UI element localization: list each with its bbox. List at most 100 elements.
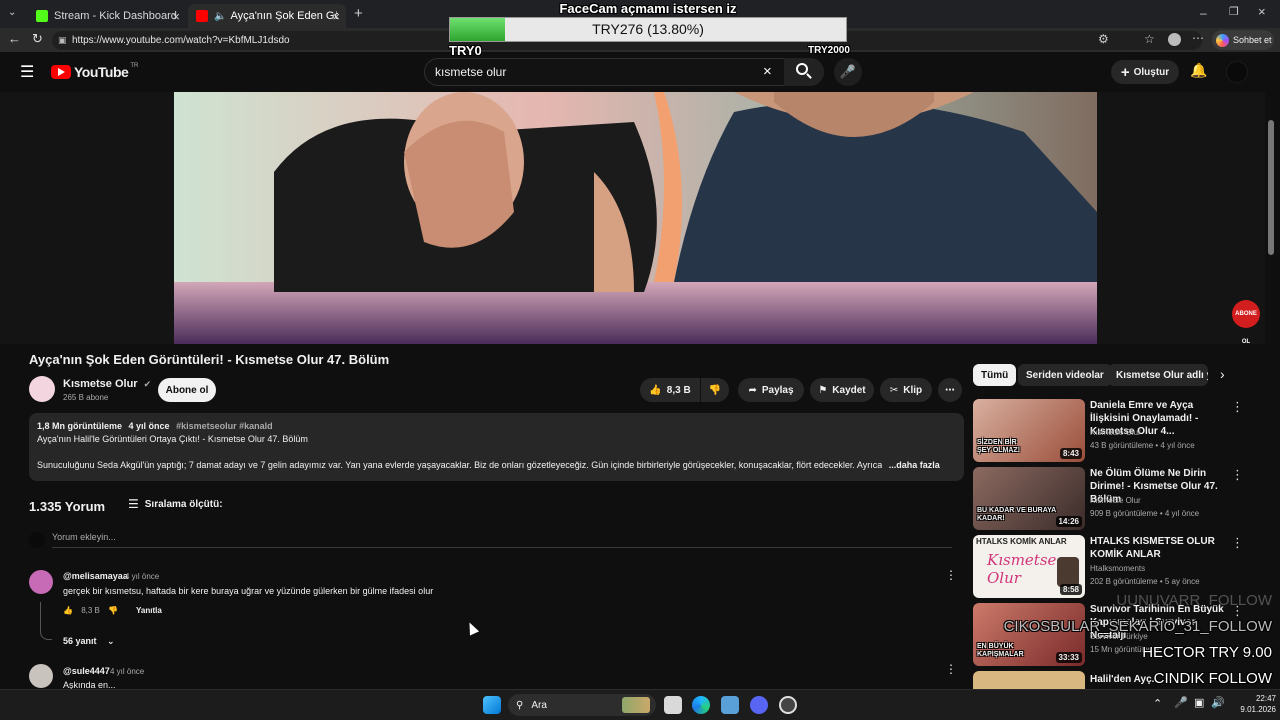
more-options-icon[interactable]: ⋮ (1231, 535, 1244, 551)
volume-icon[interactable]: 🔊 (1211, 696, 1225, 709)
more-menu-icon[interactable]: ⋯ (1192, 31, 1204, 45)
minimize-icon[interactable]: – (1200, 6, 1207, 20)
taskbar-search[interactable]: ⚲ Ara (508, 694, 656, 716)
windows-start-icon[interactable] (483, 696, 501, 714)
clip-button[interactable]: ✂ Klip (880, 378, 932, 402)
share-button[interactable]: ➦ Paylaş (738, 378, 804, 402)
facecam-goal-min: TRY0 (449, 43, 482, 58)
thumbnail-text: HTALKS KOMİK ANLAR (976, 537, 1067, 546)
save-button[interactable]: ⚑ Kaydet (810, 378, 874, 402)
tab-title: Stream - Kick Dashboard (54, 10, 177, 22)
favorites-icon[interactable]: ☆ (1144, 32, 1155, 46)
recommendation-title: HTALKS KISMETSE OLUR KOMİK ANLAR (1090, 536, 1215, 560)
page-scrollbar[interactable] (1268, 120, 1274, 255)
tab-actions-icon[interactable]: ⌄ (8, 7, 16, 18)
extensions-icon[interactable]: ⚙ (1098, 32, 1109, 46)
comment-age: 4 yıl önce (110, 667, 145, 676)
speaker-icon[interactable]: 🔈 (214, 11, 226, 22)
recommendation-item[interactable]: BU KADAR VE BURAYA KADAR! 14:26 Ne Ölüm … (973, 467, 1263, 531)
clock-date: 9.01.2026 (1240, 705, 1276, 714)
logo-text: YouTube (74, 64, 129, 80)
description-box[interactable]: 1,8 Mn görüntüleme 4 yıl önce #kismetseo… (29, 413, 964, 481)
view-replies-button[interactable]: 56 yanıt ⌄ (63, 636, 115, 647)
search-button[interactable] (784, 58, 824, 86)
recommendation-meta: 43 B görüntüleme • 4 yıl önce (1090, 441, 1195, 450)
reply-button[interactable]: Yanıtla (136, 606, 162, 615)
search-icon: ⚲ (516, 699, 524, 711)
comment-options-icon[interactable]: ⋮ (945, 568, 957, 582)
recommendation-item[interactable]: SİZDEN BİR ŞEY OLMAZ! 8:43 Daniela Emre … (973, 399, 1263, 463)
close-tab-icon[interactable]: × (332, 9, 340, 24)
recommendation-meta: 202 B görüntüleme • 5 ay önce (1090, 577, 1200, 586)
facecam-goal-title: FaceCam açmamı istersen iz (559, 1, 737, 16)
tab-youtube[interactable]: 🔈 Ayça'nın Şok Eden Görüntüle × (188, 4, 346, 28)
reload-icon[interactable]: ↻ (32, 31, 43, 47)
tray-chevron-icon[interactable]: ⌃ (1153, 697, 1162, 710)
commenter-avatar[interactable] (29, 664, 53, 688)
hamburger-menu-icon[interactable]: ☰ (20, 62, 34, 82)
scissors-icon: ✂ (889, 384, 899, 396)
search-input[interactable]: kısmetse olur × (424, 58, 824, 86)
description-stats: 1,8 Mn görüntüleme 4 yıl önce #kismetseo… (37, 420, 956, 433)
recommendation-meta: 909 B görüntüleme • 4 yıl önce (1090, 509, 1200, 518)
more-actions-button[interactable]: ⋯ (938, 378, 962, 402)
thumbs-up-icon: 👍 (63, 606, 73, 615)
app-notification-icon[interactable] (779, 696, 797, 714)
discord-icon[interactable] (750, 696, 768, 714)
close-tab-icon[interactable]: × (172, 9, 180, 24)
subscribe-badge-overlay: ABONE OL (1232, 300, 1260, 345)
clear-search-icon[interactable]: × (763, 59, 772, 85)
site-info-icon[interactable]: ▣ (58, 31, 67, 50)
subscribe-button[interactable]: Abone ol (158, 378, 216, 402)
comment-count: 1.335 Yorum (29, 499, 106, 514)
comment-dislike-icon[interactable]: 👎 (108, 606, 118, 615)
app-icon[interactable] (721, 696, 739, 714)
kick-favicon-icon (36, 10, 48, 22)
dislike-button[interactable]: 👎 (701, 378, 729, 402)
comment-author[interactable]: @melisamayaa (63, 571, 128, 581)
youtube-favicon-icon (196, 10, 208, 22)
hashtags[interactable]: #kismetseolur #kanald (176, 421, 273, 431)
tab-kick-dashboard[interactable]: Stream - Kick Dashboard × (28, 4, 186, 28)
clock[interactable]: 22:47 9.01.2026 (1232, 693, 1276, 715)
new-tab-button[interactable]: + (354, 5, 363, 22)
notifications-bell-icon[interactable]: 🔔 (1190, 62, 1207, 79)
profile-avatar[interactable] (1168, 33, 1181, 46)
channel-avatar[interactable] (29, 376, 55, 402)
edge-browser-icon[interactable] (692, 696, 710, 714)
voice-search-icon[interactable]: 🎤 (834, 58, 862, 86)
microphone-icon[interactable]: 🎤 (1174, 696, 1188, 709)
back-icon[interactable]: ← (8, 31, 21, 46)
chevron-right-icon[interactable]: › (1220, 366, 1225, 382)
video-player[interactable] (174, 92, 1097, 344)
file-explorer-icon[interactable] (664, 696, 682, 714)
youtube-logo[interactable]: YouTube TR (51, 63, 138, 80)
chip-all[interactable]: Tümü (973, 364, 1017, 386)
verified-icon: ✔ (143, 379, 152, 389)
comment-like-button[interactable]: 👍 8,3 B (63, 606, 100, 615)
chip-series[interactable]: Seriden videolar (1018, 364, 1112, 386)
comment-options-icon[interactable]: ⋮ (945, 662, 957, 676)
channel-name[interactable]: Kısmetse Olur ✔ (63, 378, 151, 390)
network-icon[interactable]: ▣ (1194, 696, 1204, 709)
maximize-icon[interactable]: ❐ (1229, 5, 1239, 18)
comment-author[interactable]: @sule4447 (63, 666, 110, 676)
like-button[interactable]: 👍 8,3 B (640, 378, 700, 402)
youtube-play-icon (51, 65, 71, 79)
show-more-link[interactable]: ...daha fazla (889, 460, 940, 470)
url-text: https://www.youtube.com/watch?v=KbfMLJ1d… (72, 35, 290, 46)
copilot-label: Sohbet et (1233, 35, 1272, 45)
more-options-icon[interactable]: ⋮ (1231, 399, 1244, 415)
sort-comments-button[interactable]: ☰ Sıralama ölçütü: (128, 497, 223, 511)
plus-icon: + (1120, 63, 1130, 81)
bookmark-icon: ⚑ (818, 384, 828, 396)
upload-age: 4 yıl önce (128, 421, 170, 431)
create-button[interactable]: + Oluştur (1111, 60, 1179, 84)
add-comment-input[interactable]: Yorum ekleyin... (52, 532, 952, 548)
more-options-icon[interactable]: ⋮ (1231, 467, 1244, 483)
chip-channel[interactable]: Kısmetse Olur adlı yü (1108, 364, 1208, 386)
close-window-icon[interactable]: × (1258, 4, 1266, 19)
commenter-avatar[interactable] (29, 570, 53, 594)
copilot-button[interactable]: Sohbet et (1212, 30, 1274, 50)
account-avatar[interactable] (1226, 61, 1248, 83)
